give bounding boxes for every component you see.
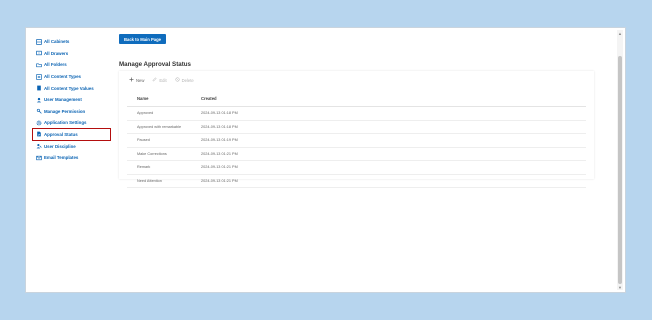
table-row[interactable]: Approved 2024-09-13 01:18 PM: [127, 107, 586, 121]
pencil-icon: [152, 77, 157, 83]
cell-name: Paused: [137, 138, 150, 143]
table-row[interactable]: Paused 2024-09-13 01:19 PM: [127, 134, 586, 148]
approval-status-icon: [36, 131, 42, 137]
approval-status-panel: New Edit Delete Name Created Approved 20…: [119, 71, 594, 188]
cell-name: Make Corrections: [137, 151, 167, 156]
scroll-down-arrow-icon[interactable]: ▼: [617, 284, 623, 290]
main-content: Back to Main Page Manage Approval Status…: [119, 34, 613, 290]
cell-name: Remark: [137, 165, 151, 170]
cell-created: 2024-09-13 01:21 PM: [201, 178, 238, 183]
user-discipline-icon: [36, 143, 42, 149]
content-type-values-icon: [36, 85, 42, 91]
cell-created: 2024-09-13 01:18 PM: [201, 124, 238, 129]
sidebar-item-label: All Folders: [44, 62, 67, 68]
scroll-up-arrow-icon[interactable]: ▲: [617, 30, 623, 36]
cell-name: Need Attention: [137, 178, 162, 183]
sidebar-item-label: Manage Permission: [44, 108, 86, 114]
back-to-main-button[interactable]: Back to Main Page: [119, 34, 166, 44]
cabinet-icon: [36, 39, 42, 45]
table-row[interactable]: Remark 2024-09-13 01:21 PM: [127, 161, 586, 175]
sidebar-item-label: User Discipline: [44, 143, 76, 149]
delete-icon: [175, 77, 180, 83]
edit-label: Edit: [159, 77, 167, 83]
new-label: New: [136, 77, 145, 83]
sidebar-item-label: Application Settings: [44, 120, 87, 126]
folder-icon: [36, 62, 42, 68]
drawer-icon: [36, 50, 42, 56]
permission-icon: [36, 108, 42, 115]
content-types-icon: [36, 73, 42, 80]
command-bar: New Edit Delete: [129, 77, 194, 83]
edit-button[interactable]: Edit: [152, 77, 167, 83]
app-window: All Cabinets All Drawers All Folders All…: [25, 27, 626, 293]
sidebar-item-label: User Management: [44, 97, 82, 103]
cell-name: Approved: [137, 111, 154, 116]
scrollbar-thumb[interactable]: [618, 56, 622, 284]
settings-icon: [36, 120, 42, 126]
cell-created: 2024-09-13 01:18 PM: [201, 111, 238, 116]
page-title: Manage Approval Status: [119, 61, 191, 68]
table-row[interactable]: Need Attention 2024-09-13 01:21 PM: [127, 175, 586, 188]
cell-name: Approved with remarkable: [137, 124, 182, 129]
delete-label: Delete: [181, 77, 194, 83]
delete-button[interactable]: Delete: [175, 77, 194, 83]
cell-created: 2024-09-13 01:21 PM: [201, 151, 238, 156]
sidebar-item-label: All Content Type Values: [44, 85, 94, 91]
column-header-name[interactable]: Name: [127, 96, 201, 101]
new-button[interactable]: New: [129, 77, 144, 83]
vertical-scrollbar[interactable]: ▲ ▼: [617, 30, 623, 290]
sidebar-item-label: All Cabinets: [44, 39, 70, 45]
sidebar-item-label: All Content Types: [44, 74, 81, 80]
email-icon: [36, 155, 42, 161]
approval-status-table: Name Created Approved 2024-09-13 01:18 P…: [127, 90, 586, 188]
table-header: Name Created: [127, 90, 586, 107]
cell-created: 2024-09-13 01:21 PM: [201, 165, 238, 170]
cell-created: 2024-09-13 01:19 PM: [201, 138, 238, 143]
sidebar-item-label: All Drawers: [44, 50, 69, 56]
sidebar-item-label: Approval Status: [44, 131, 78, 137]
table-row[interactable]: Approved with remarkable 2024-09-13 01:1…: [127, 121, 586, 134]
user-management-icon: [36, 97, 42, 103]
sidebar-item-label: Email Templates: [44, 155, 79, 161]
plus-icon: [129, 77, 134, 83]
column-header-created[interactable]: Created: [201, 96, 321, 101]
table-row[interactable]: Make Corrections 2024-09-13 01:21 PM: [127, 148, 586, 161]
sidebar-item-approval-status[interactable]: Approval Status: [32, 127, 111, 141]
